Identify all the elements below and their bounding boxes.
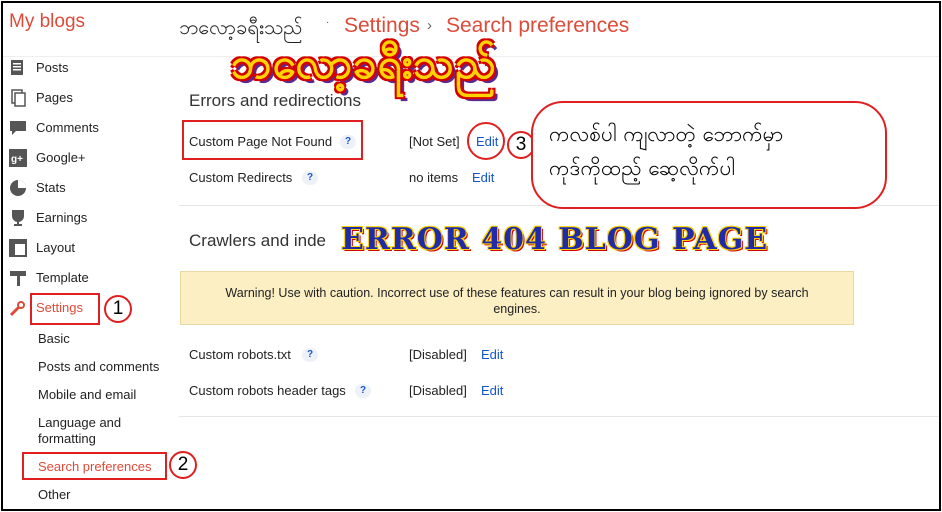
sidebar-item-google-plus[interactable]: g+ Google+ <box>3 145 183 173</box>
pages-icon <box>11 89 26 107</box>
help-icon[interactable]: ? <box>355 384 371 398</box>
svg-text:g+: g+ <box>11 154 23 165</box>
sidebar-label: Earnings <box>36 210 88 225</box>
sidebar-item-template[interactable]: Template <box>3 265 183 293</box>
breadcrumb-search-preferences: Search preferences <box>446 14 630 37</box>
section-divider <box>179 416 939 417</box>
subnav-mobile-and-email[interactable]: Mobile and email <box>38 387 136 402</box>
sidebar-label: Stats <box>36 180 66 195</box>
layout-icon <box>9 239 27 257</box>
custom-robots-txt-value: [Disabled] <box>409 347 467 362</box>
bubble-line-2: ကုဒ်ကိုထည့် ဆေ့လိုက်ပါ <box>549 156 736 180</box>
settings-highlight-box <box>30 293 100 325</box>
instruction-bubble: ကလစ်ပါ ကျလာတဲ့ ဘောက်မှာ ကုဒ်ကိုထည့် ဆေ့လ… <box>531 101 887 209</box>
custom-page-not-found-value: [Not Set] <box>409 134 460 149</box>
breadcrumb-settings[interactable]: Settings <box>344 14 420 38</box>
bubble-line-1: ကလစ်ပါ ကျလာတဲ့ ဘောက်မှာ <box>549 122 784 146</box>
help-icon[interactable]: ? <box>302 348 318 362</box>
custom-redirects-edit-link[interactable]: Edit <box>472 170 494 185</box>
posts-icon <box>11 60 23 75</box>
step-1-marker: 1 <box>104 295 132 323</box>
subnav-posts-and-comments[interactable]: Posts and comments <box>38 359 159 374</box>
stats-icon <box>10 180 26 196</box>
crawlers-section-title: Crawlers and inde <box>189 231 327 250</box>
custom-robots-header-tags-label: Custom robots header tags <box>189 383 346 398</box>
subnav-language-and-formatting[interactable]: Language and formatting <box>38 415 148 447</box>
custom-robots-header-tags-edit-link[interactable]: Edit <box>481 383 503 398</box>
edit-highlight-circle <box>467 122 505 160</box>
google-plus-icon: g+ <box>9 149 27 167</box>
sidebar-item-stats[interactable]: Stats <box>3 175 183 203</box>
my-blogs-link[interactable]: My blogs <box>9 11 85 33</box>
search-preferences-highlight-box <box>22 452 167 480</box>
sidebar-label: Comments <box>36 120 99 135</box>
earnings-icon <box>12 210 24 226</box>
subnav-basic[interactable]: Basic <box>38 331 70 346</box>
subnav-other[interactable]: Other <box>38 487 71 502</box>
custom-robots-txt-label: Custom robots.txt <box>189 347 291 362</box>
sidebar-item-pages[interactable]: Pages <box>3 85 183 113</box>
settings-wrench-icon <box>9 301 25 317</box>
breadcrumb-dot: · <box>326 17 330 28</box>
warning-banner: Warning! Use with caution. Incorrect use… <box>180 271 854 325</box>
help-icon[interactable]: ? <box>340 135 356 149</box>
overlay-blog-title: ဘလော့ခရီးသည် <box>231 39 497 88</box>
breadcrumb-separator: › <box>427 17 432 34</box>
template-icon <box>10 271 26 286</box>
sidebar-label: Posts <box>36 60 69 75</box>
sidebar-label: Layout <box>36 240 76 255</box>
sidebar-item-posts[interactable]: Posts <box>3 55 183 83</box>
custom-redirects-label: Custom Redirects <box>189 170 293 185</box>
custom-page-not-found-label: Custom Page Not Found <box>189 134 333 149</box>
step-2-marker: 2 <box>169 451 197 479</box>
sidebar-label: Template <box>36 270 89 285</box>
custom-robots-txt-edit-link[interactable]: Edit <box>481 347 503 362</box>
custom-redirects-value: no items <box>409 170 459 185</box>
error-404-banner: ERROR 404 BLOG PAGE <box>341 222 769 257</box>
sidebar-item-layout[interactable]: Layout <box>3 235 183 263</box>
custom-robots-header-tags-value: [Disabled] <box>409 383 467 398</box>
comments-icon <box>10 121 26 135</box>
help-icon[interactable]: ? <box>302 171 318 185</box>
sidebar-label: Google+ <box>36 150 86 165</box>
sidebar-label: Pages <box>36 90 73 105</box>
sidebar-item-comments[interactable]: Comments <box>3 115 183 143</box>
sidebar-item-earnings[interactable]: Earnings <box>3 205 183 233</box>
screenshot-frame: My blogs ဘလော့ခရီးသည် · Settings › Searc… <box>1 1 941 511</box>
